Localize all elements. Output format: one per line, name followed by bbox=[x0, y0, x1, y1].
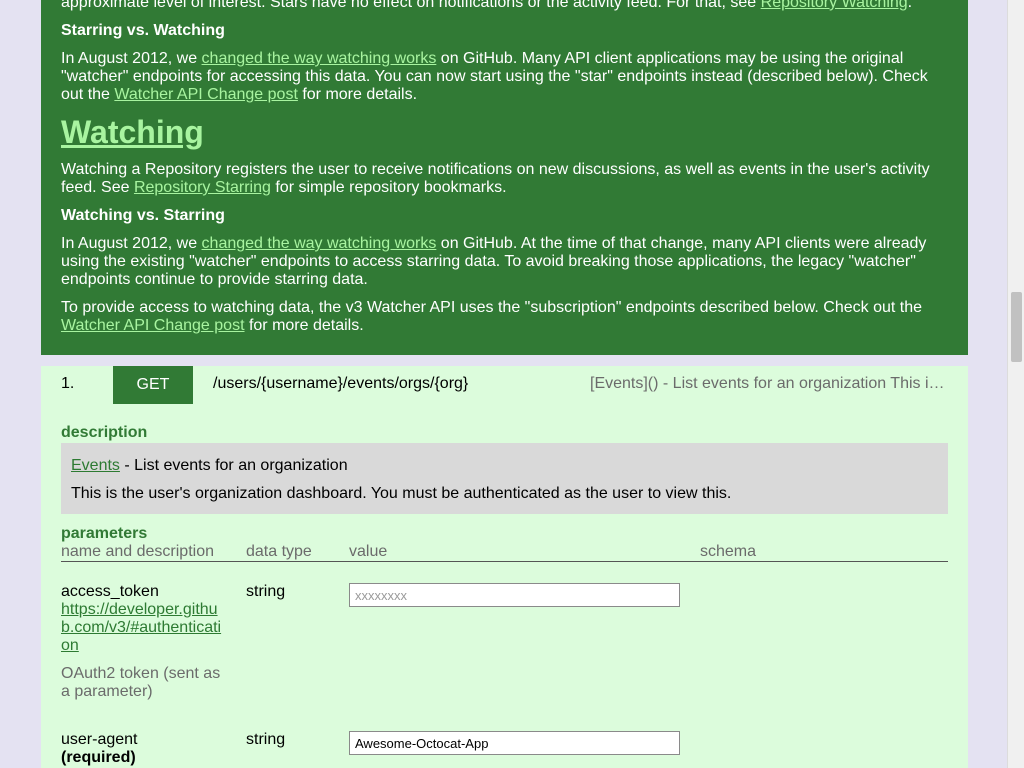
watching-heading-link[interactable]: Watching bbox=[61, 114, 204, 150]
col-schema: schema bbox=[700, 543, 757, 560]
col-name-description: name and description bbox=[61, 543, 214, 560]
param-access-token-link-wrap: https://developer.github.com/v3/#authent… bbox=[61, 601, 229, 655]
col-data-type: data type bbox=[246, 543, 312, 560]
parameters-label: parameters bbox=[61, 525, 148, 542]
param-access-token-type: string bbox=[246, 583, 286, 600]
watcher-api-change-link-2[interactable]: Watcher API Change post bbox=[61, 317, 245, 334]
intro-end: . bbox=[907, 0, 913, 11]
starring-paragraph: In August 2012, we changed the way watch… bbox=[61, 50, 941, 104]
description-line-1-text: - List events for an organization bbox=[119, 457, 348, 474]
endpoint-panel: 1. GET /users/{username}/events/orgs/{or… bbox=[41, 366, 968, 768]
page-content: approximate level of interest. Stars hav… bbox=[41, 0, 968, 768]
vertical-scrollbar[interactable] bbox=[1007, 0, 1024, 768]
intro-text: approximate level of interest. Stars hav… bbox=[61, 0, 761, 11]
authentication-docs-link[interactable]: https://developer.github.com/v3/#authent… bbox=[61, 601, 221, 654]
watching-vs-paragraph: In August 2012, we changed the way watch… bbox=[61, 235, 941, 289]
description-line-2: This is the user's organization dashboar… bbox=[71, 485, 732, 502]
watching-paragraph: Watching a Repository registers the user… bbox=[61, 161, 941, 197]
description-box: Events - List events for an organization… bbox=[61, 443, 948, 514]
repository-watching-link[interactable]: Repository Watching bbox=[761, 0, 908, 11]
subscription-text-b: for more details. bbox=[244, 317, 364, 334]
starring-vs-watching-heading: Starring vs. Watching bbox=[61, 22, 225, 39]
watching-text-b: for simple repository bookmarks. bbox=[270, 179, 507, 196]
description-line-1: Events - List events for an organization bbox=[71, 457, 348, 475]
param-access-token-description: OAuth2 token (sent as a parameter) bbox=[61, 665, 221, 700]
http-method-badge[interactable]: GET bbox=[113, 366, 193, 404]
user-agent-input[interactable] bbox=[349, 731, 680, 755]
col-value: value bbox=[349, 543, 388, 560]
scrollbar-thumb[interactable] bbox=[1011, 292, 1022, 362]
repository-starring-link[interactable]: Repository Starring bbox=[134, 179, 271, 196]
watcher-api-change-link-1[interactable]: Watcher API Change post bbox=[114, 86, 298, 103]
parameters-header-divider bbox=[61, 561, 948, 562]
param-access-token-name: access_token bbox=[61, 583, 159, 600]
changed-watching-link-1[interactable]: changed the way watching works bbox=[202, 50, 437, 67]
description-label: description bbox=[61, 424, 148, 441]
endpoint-path: /users/{username}/events/orgs/{org} bbox=[213, 375, 469, 392]
watching-info-section: approximate level of interest. Stars hav… bbox=[41, 0, 968, 355]
subscription-paragraph: To provide access to watching data, the … bbox=[61, 299, 941, 335]
subscription-text-a: To provide access to watching data, the … bbox=[61, 299, 923, 316]
intro-paragraph: approximate level of interest. Stars hav… bbox=[61, 0, 941, 12]
watching-vs-starring-heading: Watching vs. Starring bbox=[61, 207, 225, 224]
endpoint-summary: [Events]() - List events for an organiza… bbox=[590, 375, 946, 392]
param-user-agent-required: (required) bbox=[61, 749, 136, 766]
watching-vs-text-a: In August 2012, we bbox=[61, 235, 202, 252]
watching-heading: Watching bbox=[61, 114, 204, 150]
access-token-input[interactable] bbox=[349, 583, 680, 607]
param-user-agent-type: string bbox=[246, 731, 286, 748]
changed-watching-link-2[interactable]: changed the way watching works bbox=[202, 235, 437, 252]
param-user-agent-name: user-agent bbox=[61, 731, 138, 748]
events-link[interactable]: Events bbox=[71, 457, 120, 474]
starring-text-c: for more details. bbox=[297, 86, 418, 103]
endpoint-number: 1. bbox=[61, 375, 75, 392]
starring-text-a: In August 2012, we bbox=[61, 50, 202, 67]
